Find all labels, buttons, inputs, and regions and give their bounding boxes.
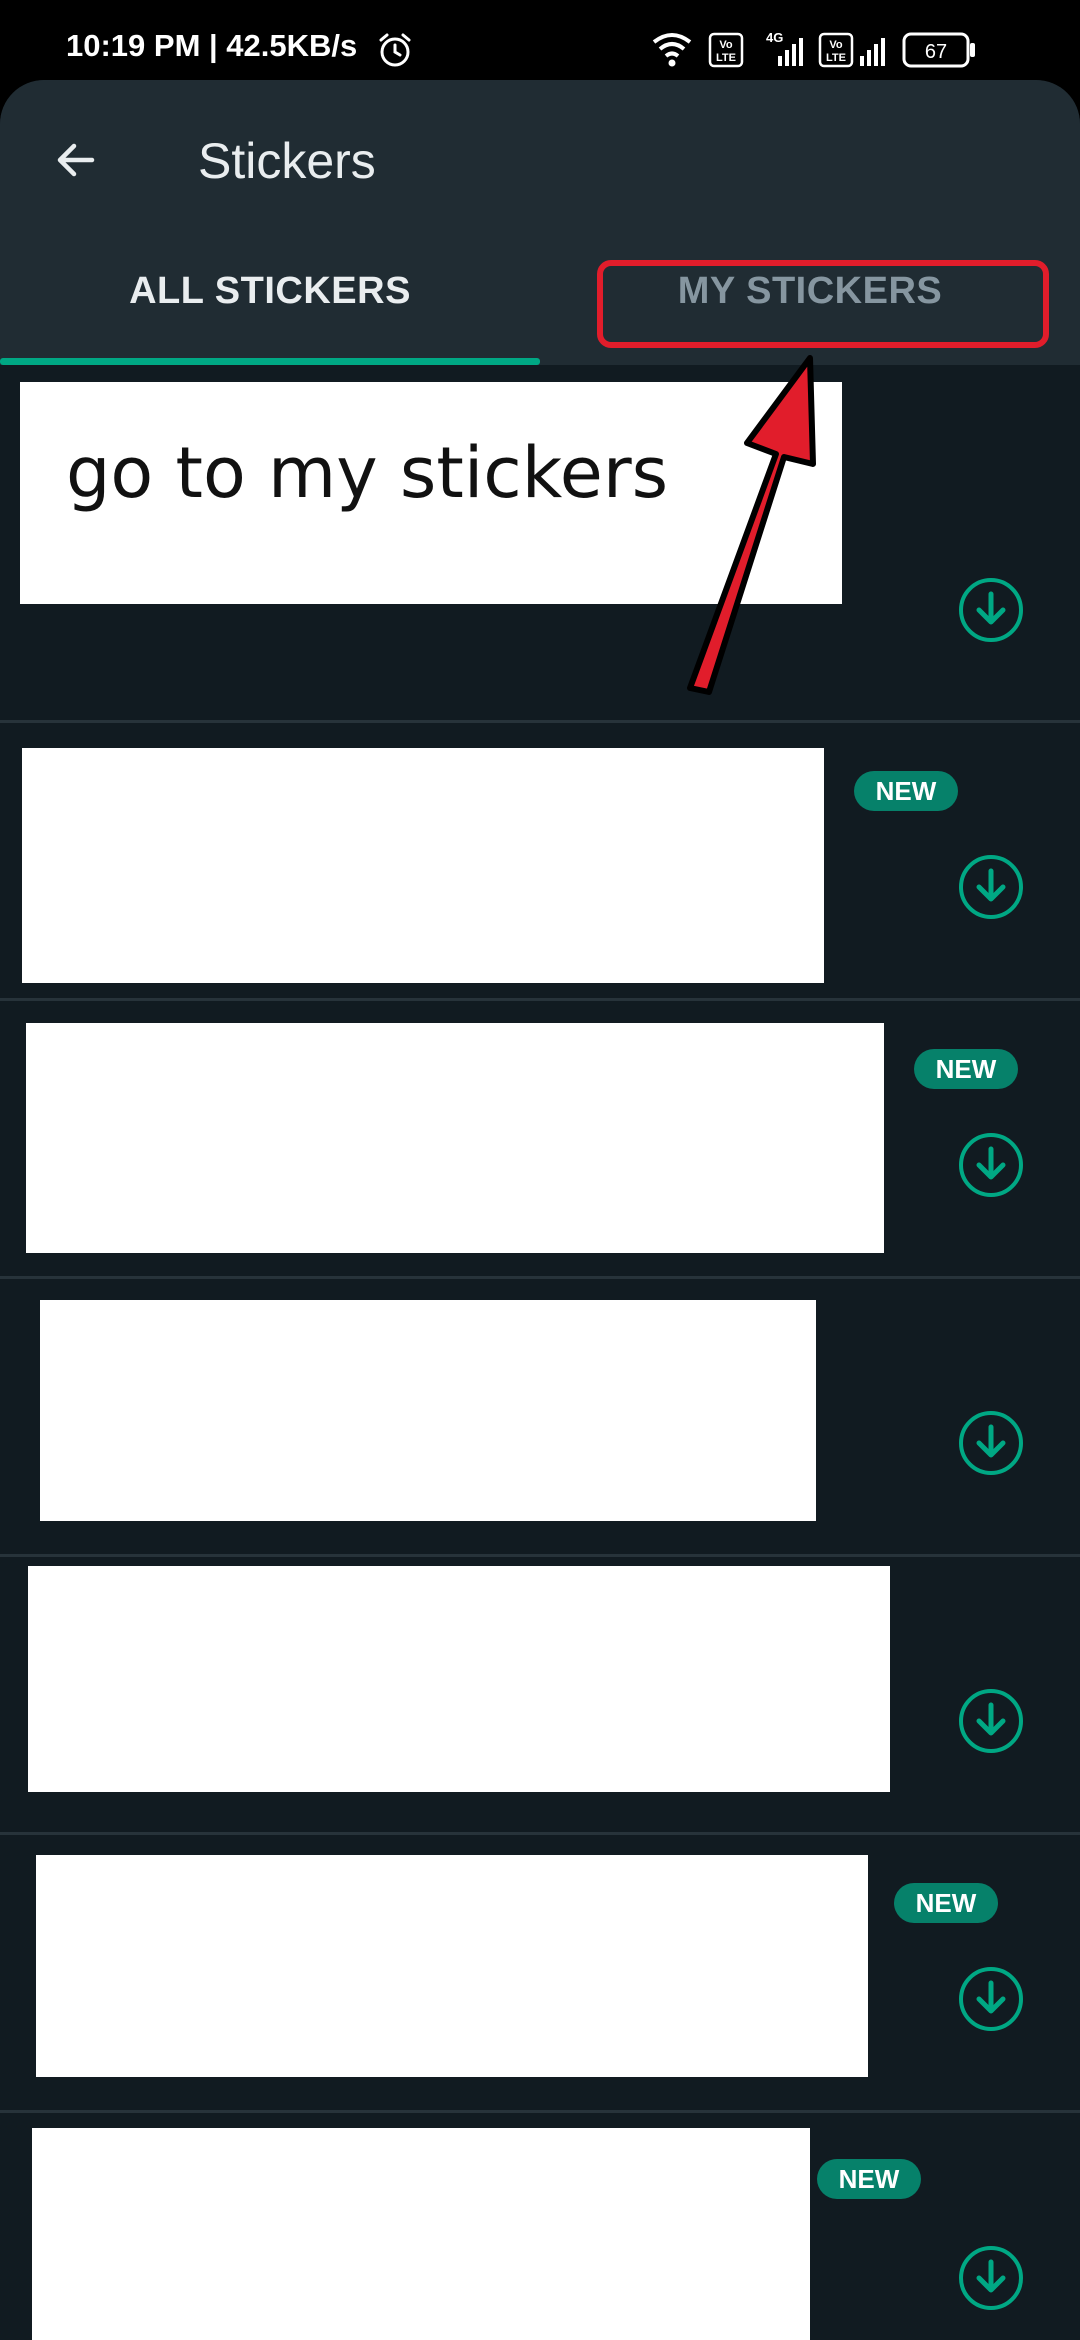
new-badge: NEW xyxy=(854,771,958,811)
sticker-preview xyxy=(28,1566,890,1792)
page-title: Stickers xyxy=(198,133,376,189)
sticker-preview xyxy=(26,1023,884,1253)
svg-text:67: 67 xyxy=(925,41,947,63)
annotation-callout: go to my stickers xyxy=(20,382,842,604)
svg-text:LTE: LTE xyxy=(826,52,846,64)
signal-icon: 4G xyxy=(766,30,803,66)
new-badge: NEW xyxy=(817,2159,921,2199)
download-icon[interactable] xyxy=(958,1410,1024,1476)
back-button[interactable] xyxy=(40,124,112,196)
tab-all-stickers[interactable]: ALL STICKERS xyxy=(0,270,540,360)
alarm-icon xyxy=(379,33,411,67)
callout-text: go to my stickers xyxy=(66,432,669,514)
volte-icon: Vo LTE xyxy=(708,32,744,68)
toolbar: Stickers ALL STICKERS MY STICKERS xyxy=(0,80,1080,365)
download-icon[interactable] xyxy=(958,1132,1024,1198)
status-icons: Vo LTE 4G Vo LTE 67 xyxy=(652,30,975,68)
sticker-pack-row[interactable]: NEW xyxy=(0,1835,1080,2113)
sticker-pack-row[interactable]: go to my stickers xyxy=(0,365,1080,723)
wifi-icon xyxy=(652,33,692,67)
volte-icon-2: Vo LTE xyxy=(818,32,854,68)
arrow-left-icon xyxy=(57,143,95,177)
home-indicator xyxy=(340,2312,740,2322)
status-bar: 10:19 PM | 42.5KB/s Vo LTE 4G Vo LTE 67 xyxy=(0,0,1080,80)
download-icon[interactable] xyxy=(958,577,1024,643)
sticker-pack-row[interactable] xyxy=(0,1557,1080,1835)
sticker-pack-row[interactable]: NEW xyxy=(0,1001,1080,1279)
sticker-pack-row[interactable] xyxy=(0,1279,1080,1557)
new-badge: NEW xyxy=(914,1049,1018,1089)
signal-icon-2 xyxy=(860,38,885,66)
svg-text:LTE: LTE xyxy=(716,52,736,64)
annotation-highlight-box xyxy=(597,260,1049,348)
sticker-preview xyxy=(32,2128,810,2340)
svg-text:4G: 4G xyxy=(766,30,783,45)
download-icon[interactable] xyxy=(958,854,1024,920)
download-icon[interactable] xyxy=(958,2245,1024,2311)
download-icon[interactable] xyxy=(958,1688,1024,1754)
tab-all-stickers-label: ALL STICKERS xyxy=(129,270,411,312)
sticker-preview xyxy=(36,1855,868,2077)
status-time: 10:19 PM | 42.5KB/s xyxy=(66,28,358,63)
svg-text:Vo: Vo xyxy=(829,39,843,51)
tab-indicator xyxy=(0,358,540,365)
sticker-preview xyxy=(40,1300,816,1521)
sticker-pack-row[interactable]: NEW xyxy=(0,723,1080,1001)
new-badge: NEW xyxy=(894,1883,998,1923)
stickers-screen: Stickers ALL STICKERS MY STICKERS go to … xyxy=(0,80,1080,2340)
battery-icon: 67 xyxy=(902,32,975,68)
screen: 10:19 PM | 42.5KB/s Vo LTE 4G Vo LTE 67 … xyxy=(0,0,1080,2340)
sticker-preview xyxy=(22,748,824,983)
download-icon[interactable] xyxy=(958,1966,1024,2032)
svg-text:Vo: Vo xyxy=(719,39,733,51)
sticker-pack-row[interactable]: NEW xyxy=(0,2113,1080,2340)
